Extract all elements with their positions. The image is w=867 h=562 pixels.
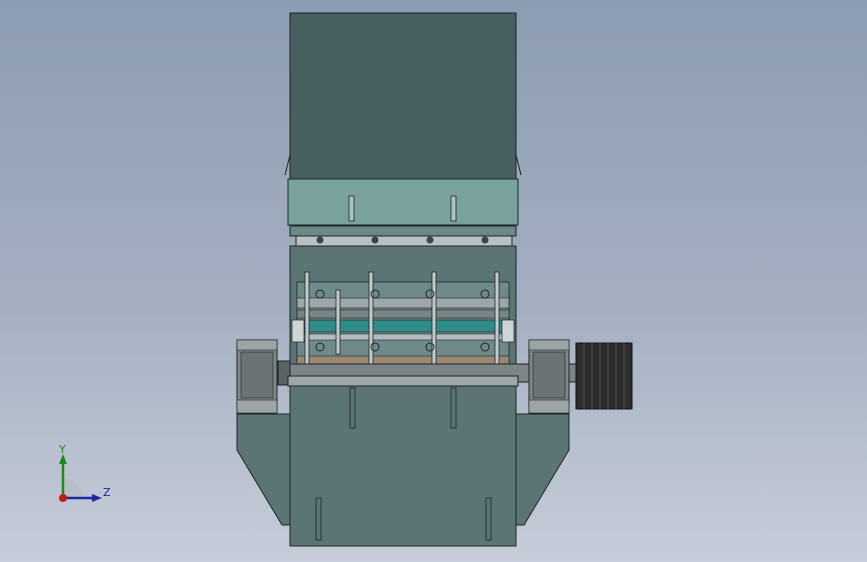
x-axis-dot — [59, 494, 67, 502]
left-bearing-housing — [236, 339, 278, 414]
z-axis-label: Z — [103, 486, 111, 499]
orientation-triad[interactable]: Y Z — [48, 440, 118, 510]
crusher-model-view[interactable] — [0, 0, 867, 562]
top-flange — [289, 225, 517, 247]
feed-hopper — [284, 12, 522, 180]
triad-plane-icon — [63, 478, 83, 498]
crushing-chamber — [289, 245, 517, 377]
y-axis-label: Y — [58, 443, 66, 456]
v-belt-pulley — [575, 342, 633, 410]
discharge-body — [287, 375, 519, 547]
cad-graphics-viewport[interactable]: Y Z — [0, 0, 867, 562]
right-bearing-housing — [528, 339, 570, 414]
upper-band — [287, 178, 519, 226]
